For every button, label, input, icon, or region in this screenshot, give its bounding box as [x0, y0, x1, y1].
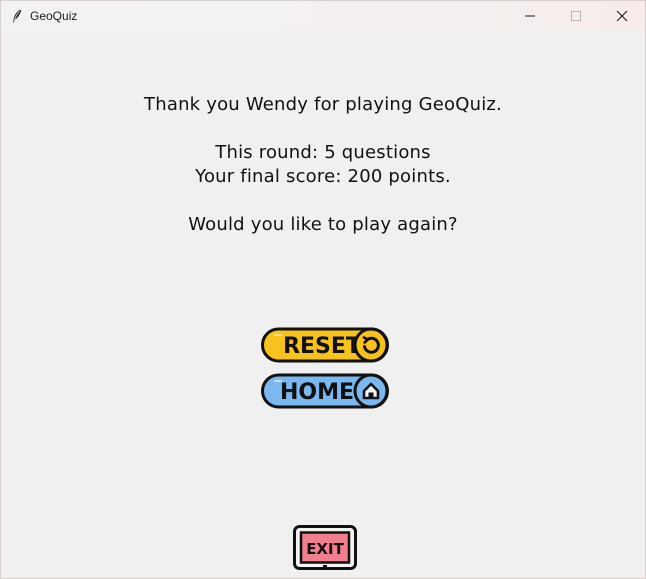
play-again-prompt: Would you like to play again?	[188, 214, 458, 235]
round-summary: This round: 5 questions	[215, 142, 431, 163]
maximize-icon	[571, 10, 581, 21]
close-icon	[616, 10, 628, 21]
home-icon	[353, 373, 389, 409]
exit-button[interactable]: EXIT	[293, 525, 357, 570]
home-label: HOME	[280, 380, 354, 405]
refresh-icon	[353, 327, 389, 363]
home-button[interactable]: HOME	[261, 373, 389, 409]
maximize-button[interactable]	[553, 1, 599, 30]
window-controls	[507, 1, 645, 30]
app-window: GeoQuiz Thank you Wendy for playing GeoQ…	[0, 0, 646, 579]
minimize-icon	[525, 15, 535, 16]
title-bar[interactable]: GeoQuiz	[1, 1, 645, 30]
exit-label: EXIT	[306, 540, 344, 558]
minimize-button[interactable]	[507, 1, 553, 30]
thanks-message: Thank you Wendy for playing GeoQuiz.	[144, 94, 502, 115]
reset-label: RESET	[283, 334, 361, 359]
close-button[interactable]	[599, 1, 645, 30]
window-title: GeoQuiz	[30, 8, 78, 23]
feather-icon	[10, 9, 24, 23]
reset-button[interactable]: RESET	[261, 327, 389, 363]
final-score: Your final score: 200 points.	[195, 166, 451, 187]
main-content: Thank you Wendy for playing GeoQuiz. Thi…	[1, 30, 645, 578]
